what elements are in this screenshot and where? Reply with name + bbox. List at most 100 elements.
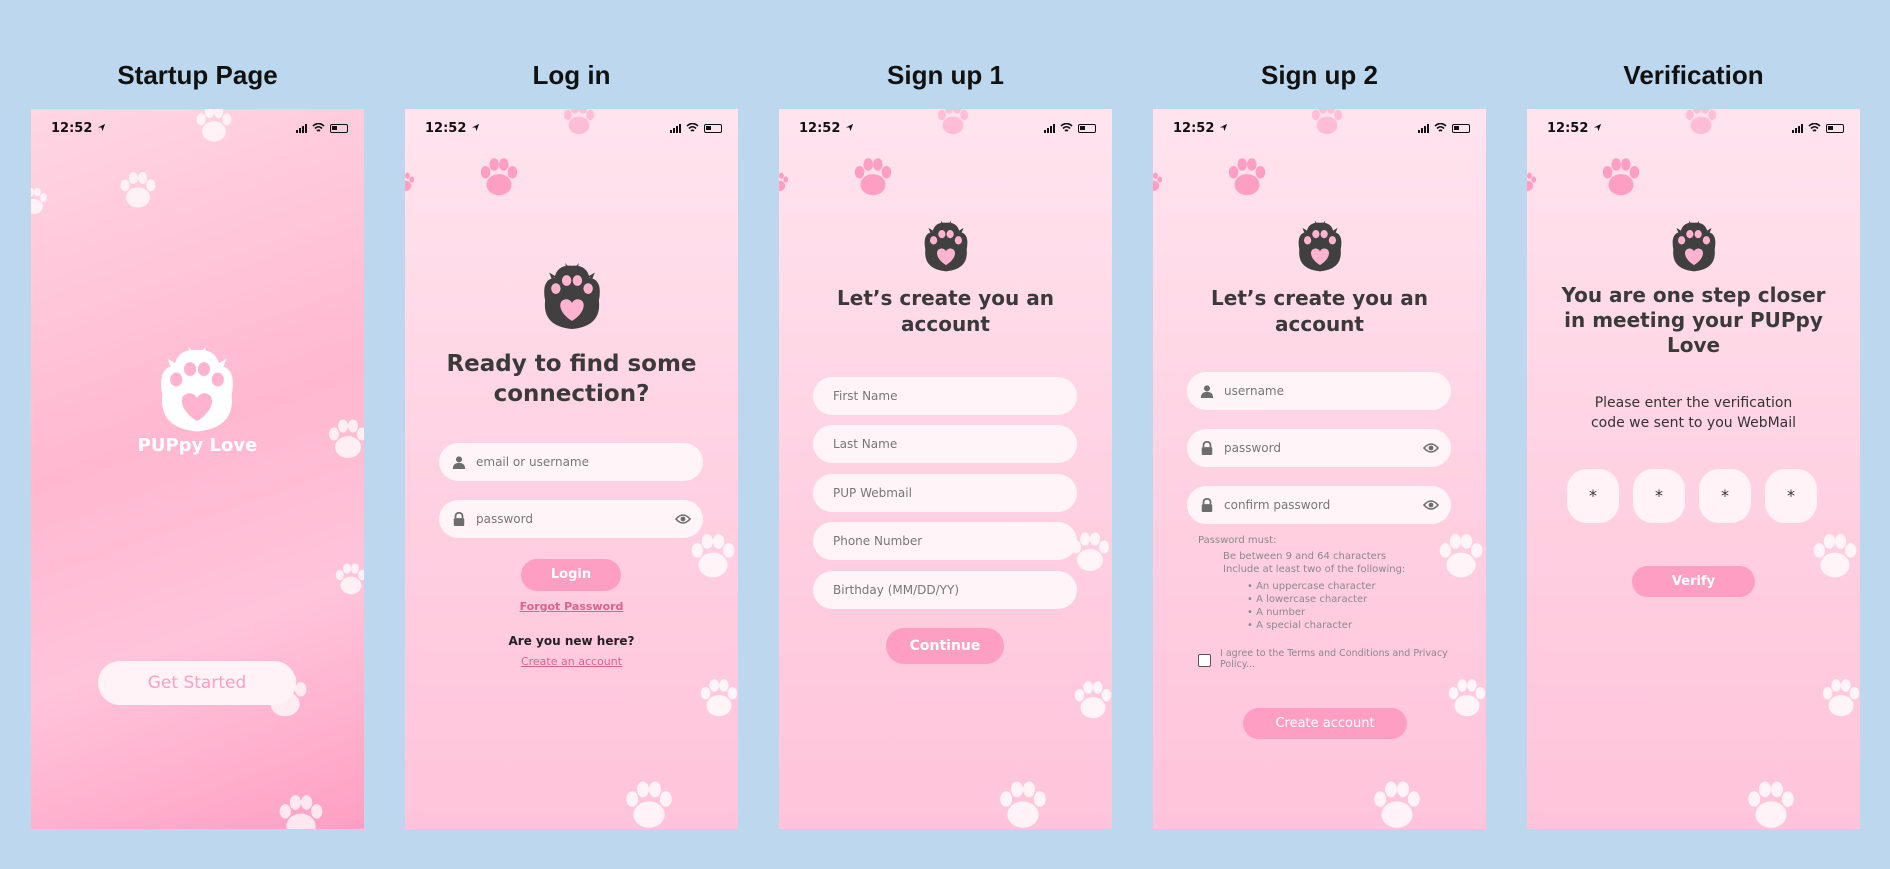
signal-icon <box>670 123 681 133</box>
last-name-field[interactable]: Last Name <box>813 425 1077 463</box>
headline-line: Ready to find some <box>446 351 697 377</box>
first-name-field[interactable]: First Name <box>813 377 1077 415</box>
password-field[interactable]: password <box>439 500 703 538</box>
confirm-password-field[interactable]: confirm password <box>1187 486 1451 524</box>
password-field[interactable]: password <box>1187 429 1451 467</box>
login-headline: Ready to find some connection? <box>405 349 738 409</box>
paw-decoration-icon <box>191 109 237 147</box>
birthday-placeholder: Birthday (MM/DD/YY) <box>833 583 959 597</box>
paw-decoration-icon <box>849 153 897 201</box>
password-placeholder: password <box>1224 441 1281 455</box>
headline-line: Love <box>1666 333 1721 357</box>
paw-decoration-icon <box>557 109 601 139</box>
instruction-line: Please enter the verification <box>1594 395 1793 411</box>
continue-button[interactable]: Continue <box>886 628 1004 664</box>
wifi-icon <box>1808 123 1821 132</box>
login-screen: Log in 12:52 Ready to find some connecti… <box>405 0 738 869</box>
brand-name: PUPpy Love <box>137 435 258 456</box>
paw-decoration-icon <box>1597 153 1645 201</box>
get-started-button[interactable]: Get Started <box>98 661 296 705</box>
code-digit-input[interactable]: * <box>1567 469 1619 523</box>
location-arrow-icon <box>1593 123 1602 132</box>
signal-icon <box>296 123 307 133</box>
signal-icon <box>1792 123 1803 133</box>
battery-icon <box>1826 123 1844 133</box>
paw-decoration-icon <box>931 109 975 139</box>
phone-frame: 12:52 You are one step closer in meeting… <box>1527 109 1860 829</box>
create-account-link[interactable]: Create an account <box>405 655 738 668</box>
location-arrow-icon <box>1219 123 1228 132</box>
verification-headline: You are one step closer in meeting your … <box>1527 283 1860 358</box>
paw-decoration-icon <box>1223 153 1271 201</box>
paw-decoration-icon <box>1367 775 1427 829</box>
create-account-button[interactable]: Create account <box>1243 708 1407 739</box>
wifi-icon <box>312 123 325 132</box>
eye-icon[interactable] <box>675 513 691 525</box>
password-placeholder: password <box>476 512 533 526</box>
battery-icon <box>1452 123 1470 133</box>
battery-icon <box>330 123 348 133</box>
password-rule-bullet: • A lowercase character <box>1247 594 1368 605</box>
app-logo-paw-icon <box>1663 217 1725 275</box>
signal-icon <box>1418 123 1429 133</box>
headline-line: in meeting your PUPpy <box>1564 308 1823 332</box>
confirm-password-placeholder: confirm password <box>1224 498 1331 512</box>
email-placeholder: email or username <box>476 455 589 469</box>
webmail-placeholder: PUP Webmail <box>833 486 912 500</box>
code-digit-input[interactable]: * <box>1699 469 1751 523</box>
forgot-password-link[interactable]: Forgot Password <box>405 600 738 613</box>
password-rule-bullet: • A special character <box>1247 620 1353 631</box>
startup-screen: Startup Page 12:52 PUPpy Love Get Starte… <box>31 0 364 869</box>
status-time: 12:52 <box>425 121 480 136</box>
webmail-field[interactable]: PUP Webmail <box>813 474 1077 512</box>
lock-icon <box>452 512 466 526</box>
password-rule: Be between 9 and 64 characters <box>1223 551 1387 562</box>
eye-icon[interactable] <box>1423 442 1439 454</box>
last-name-placeholder: Last Name <box>833 437 898 451</box>
wifi-icon <box>1434 123 1447 132</box>
verify-button[interactable]: Verify <box>1632 566 1755 597</box>
headline-line: account <box>901 312 990 336</box>
phone-number-field[interactable]: Phone Number <box>813 522 1077 560</box>
wifi-icon <box>1060 123 1073 132</box>
status-time: 12:52 <box>1173 121 1228 136</box>
status-time: 12:52 <box>799 121 854 136</box>
screen-title: Verification <box>1623 60 1764 90</box>
email-field[interactable]: email or username <box>439 443 703 481</box>
phone-number-placeholder: Phone Number <box>833 534 923 548</box>
paw-decoration-icon <box>1443 665 1486 731</box>
code-digit-input[interactable]: * <box>1765 469 1817 523</box>
screen-title: Sign up 2 <box>1261 60 1378 90</box>
paw-decoration-icon <box>1817 665 1860 731</box>
birthday-field[interactable]: Birthday (MM/DD/YY) <box>813 571 1077 609</box>
password-rule: Include at least two of the following: <box>1223 564 1406 575</box>
battery-icon <box>1078 123 1096 133</box>
paw-decoration-icon <box>31 177 51 225</box>
login-button[interactable]: Login <box>521 559 621 591</box>
phone-frame: 12:52 Ready to find some connection? ema… <box>405 109 738 829</box>
username-placeholder: username <box>1224 384 1284 398</box>
instruction-line: code we sent to you WebMail <box>1590 415 1797 431</box>
eye-icon[interactable] <box>1423 499 1439 511</box>
username-field[interactable]: username <box>1187 372 1451 410</box>
paw-decoration-icon <box>1741 775 1801 829</box>
headline-line: Let’s create you an <box>1211 286 1428 310</box>
paw-decoration-icon <box>1153 167 1165 197</box>
phone-frame: 12:52 Let’s create you an account userna… <box>1153 109 1486 829</box>
code-digit-input[interactable]: * <box>1633 469 1685 523</box>
paw-decoration-icon <box>115 167 161 213</box>
phone-frame: 12:52 Let’s create you an account First … <box>779 109 1112 829</box>
user-icon <box>452 455 466 469</box>
headline-line: You are one step closer <box>1561 283 1826 307</box>
paw-decoration-icon <box>1433 525 1486 587</box>
user-icon <box>1200 384 1214 398</box>
verification-instruction: Please enter the verification code we se… <box>1527 393 1860 433</box>
screen-title: Log in <box>532 60 611 90</box>
headline-line: connection? <box>493 381 650 407</box>
password-rules-title: Password must: <box>1198 535 1277 546</box>
lock-icon <box>1200 441 1214 455</box>
signal-icon <box>1044 123 1055 133</box>
location-arrow-icon <box>97 123 106 132</box>
terms-checkbox[interactable] <box>1198 654 1211 667</box>
headline-line: Let’s create you an <box>837 286 1054 310</box>
